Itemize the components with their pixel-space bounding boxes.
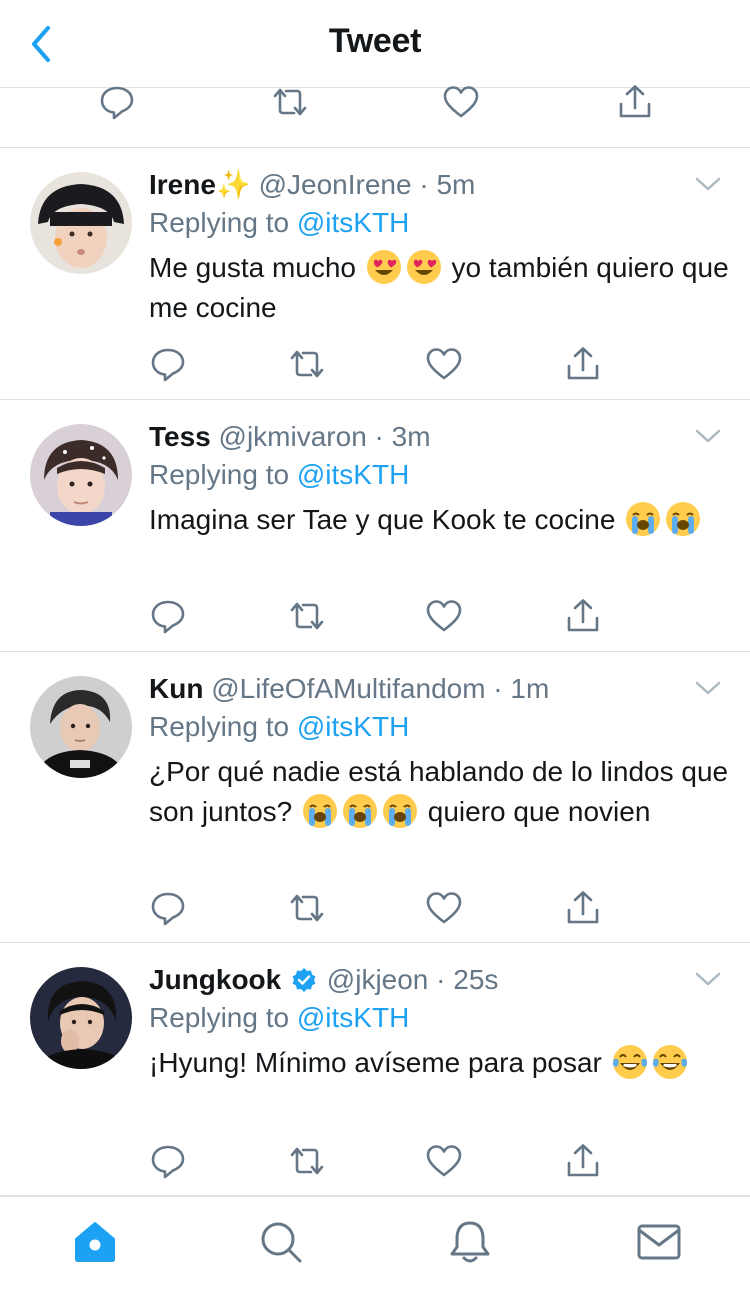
home-icon[interactable] [72,1219,118,1265]
timestamp: 3m [391,421,431,452]
retweet-icon[interactable] [270,82,310,122]
tears-of-joy-emoji [612,1044,648,1080]
tweet-actions [0,888,750,928]
mention-link[interactable]: @itsKTH [297,711,409,742]
mention-link[interactable]: @itsKTH [297,1002,409,1033]
replying-to: Replying to @itsKTH [149,207,410,238]
share-icon[interactable] [563,596,603,636]
reply-icon[interactable] [97,82,137,122]
reply-tweet[interactable]: Irene✨ @JeonIrene · 5m Replying to @itsK… [0,148,750,400]
username[interactable]: @jkjeon [327,964,429,995]
avatar[interactable] [30,676,132,778]
crying-emoji [665,501,701,537]
tears-of-joy-emoji [652,1044,688,1080]
display-name[interactable]: Jungkook [149,964,281,995]
timestamp: 1m [510,673,550,704]
username[interactable]: @LifeOfAMultifandom [211,673,485,704]
heart-eyes-emoji [406,249,442,285]
page-title: Tweet [328,22,422,60]
tweet-header: Jungkook @jkjeon · 25s [149,964,499,995]
reply-tweet[interactable]: Tess @jkmivaron · 3m Replying to @itsKTH… [0,400,750,652]
reply-icon[interactable] [148,888,188,928]
retweet-icon[interactable] [287,888,327,928]
chevron-down-icon[interactable] [694,678,722,698]
like-icon[interactable] [424,888,464,928]
tweet-actions [0,1141,750,1181]
display-name[interactable]: Kun [149,673,203,704]
search-icon[interactable] [258,1219,304,1265]
tweet-actions [0,596,750,636]
heart-eyes-emoji [366,249,402,285]
share-icon[interactable] [615,82,655,122]
crying-emoji [625,501,661,537]
tweet-header: Kun @LifeOfAMultifandom · 1m [149,673,550,704]
like-icon[interactable] [424,344,464,384]
avatar[interactable] [30,424,132,526]
replying-to: Replying to @itsKTH [149,1002,410,1033]
parent-tweet-actions [0,88,750,148]
tab-bar [0,1196,750,1294]
notifications-icon[interactable] [447,1219,493,1265]
verified-badge-icon [291,967,317,993]
avatar[interactable] [30,967,132,1069]
like-icon[interactable] [424,1141,464,1181]
chevron-down-icon[interactable] [694,426,722,446]
share-icon[interactable] [563,888,603,928]
tweet-text: Imagina ser Tae y que Kook te cocine [149,500,729,540]
username[interactable]: @jkmivaron [219,421,367,452]
like-icon[interactable] [441,82,481,122]
reply-tweet[interactable]: Jungkook @jkjeon · 25s Replying to @itsK… [0,943,750,1196]
username[interactable]: @JeonIrene [259,169,412,200]
mention-link[interactable]: @itsKTH [297,459,409,490]
replying-to: Replying to @itsKTH [149,459,410,490]
display-name[interactable]: Irene [149,169,216,200]
tweet-actions [0,344,750,384]
timestamp: 5m [436,169,476,200]
tweet-text: Me gusta mucho yo también quiero que me … [149,248,729,328]
reply-icon[interactable] [148,1141,188,1181]
retweet-icon[interactable] [287,1141,327,1181]
reply-icon[interactable] [148,596,188,636]
chevron-down-icon[interactable] [694,969,722,989]
messages-icon[interactable] [636,1219,682,1265]
retweet-icon[interactable] [287,596,327,636]
chevron-down-icon[interactable] [694,174,722,194]
timestamp: 25s [453,964,499,995]
like-icon[interactable] [424,596,464,636]
crying-emoji [382,793,418,829]
navigation-bar: Tweet [0,0,750,88]
tweet-text: ¡Hyung! Mínimo avíseme para posar [149,1043,729,1083]
share-icon[interactable] [563,344,603,384]
tweet-text: ¿Por qué nadie está hablando de lo lindo… [149,756,729,829]
crying-emoji [342,793,378,829]
avatar[interactable] [30,172,132,274]
share-icon[interactable] [563,1141,603,1181]
reply-tweet[interactable]: Kun @LifeOfAMultifandom · 1m Replying to… [0,652,750,943]
crying-emoji [302,793,338,829]
reply-icon[interactable] [148,344,188,384]
tweet-header: Irene✨ @JeonIrene · 5m [149,169,476,200]
replying-to: Replying to @itsKTH [149,711,410,742]
display-name[interactable]: Tess [149,421,211,452]
tweet-header: Tess @jkmivaron · 3m [149,421,431,452]
sparkles-emoji: ✨ [215,169,251,200]
mention-link[interactable]: @itsKTH [297,207,409,238]
retweet-icon[interactable] [287,344,327,384]
